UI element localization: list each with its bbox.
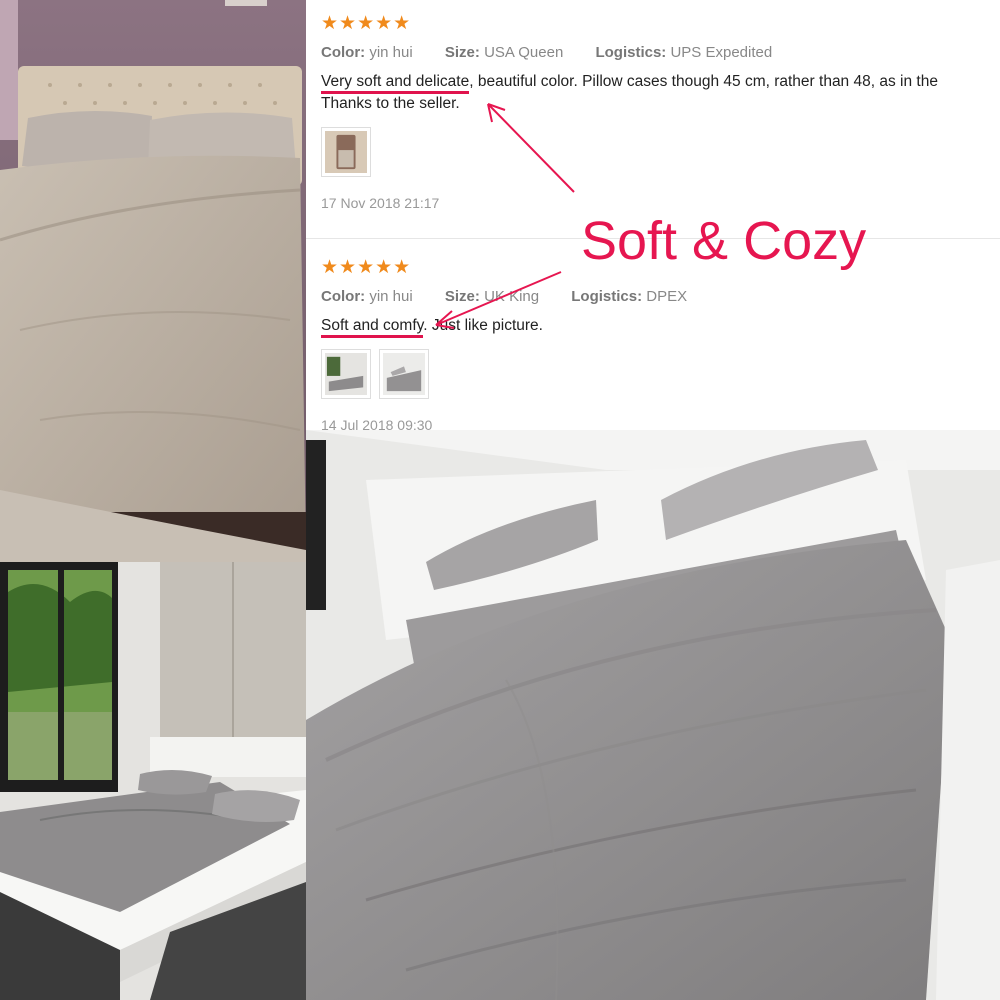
review-photo-thumbnail[interactable]: [321, 127, 371, 177]
review-text-rest: . Just like picture.: [423, 317, 543, 334]
review-2: ★★★★★ Color: yin hui Size: UK King Logis…: [321, 258, 1000, 430]
review-date: 14 Jul 2018 09:30: [321, 417, 433, 430]
reviews-panel: ★★★★★ Color: yin hui Size: USA Queen Log…: [306, 0, 1000, 430]
color-value: yin hui: [369, 44, 413, 61]
star-rating: ★★★★★: [321, 13, 412, 34]
review-text-rest: , beautiful color. Pillow cases though 4…: [469, 73, 938, 90]
review-text-line2: Thanks to the seller.: [321, 95, 460, 112]
size-label: Size:: [444, 44, 480, 61]
review-photos: [321, 349, 1000, 399]
bed-photo-headboard: [0, 0, 306, 562]
logistics-label: Logistics:: [595, 44, 667, 61]
bed-photo-window: [0, 562, 306, 1000]
bed-photo-closeup: [306, 430, 1000, 1000]
size-value: UK King: [484, 288, 540, 305]
logistics-value: UPS Expedited: [670, 44, 773, 61]
review-meta: Color: yin hui Size: UK King Logistics: …: [321, 288, 1000, 305]
review-text: Very soft and delicate, beautiful color.…: [321, 71, 1000, 115]
logistics-label: Logistics:: [571, 288, 643, 305]
review-photos: [321, 127, 1000, 177]
size-value: USA Queen: [484, 44, 564, 61]
color-value: yin hui: [369, 288, 413, 305]
review-date: 17 Nov 2018 21:17: [321, 195, 440, 211]
highlighted-phrase: Soft and comfy: [321, 317, 424, 338]
review-1: ★★★★★ Color: yin hui Size: USA Queen Log…: [321, 14, 1000, 211]
logistics-value: DPEX: [646, 288, 688, 305]
review-text: Soft and comfy. Just like picture.: [321, 315, 1000, 338]
review-meta: Color: yin hui Size: USA Queen Logistics…: [321, 44, 1000, 61]
color-label: Color:: [321, 288, 366, 305]
review-photo-thumbnail[interactable]: [321, 349, 371, 399]
review-photo-thumbnail[interactable]: [379, 349, 429, 399]
color-label: Color:: [321, 44, 366, 61]
soft-cozy-callout: Soft & Cozy: [581, 211, 867, 271]
size-label: Size:: [444, 288, 480, 305]
highlighted-phrase: Very soft and delicate: [321, 73, 470, 94]
